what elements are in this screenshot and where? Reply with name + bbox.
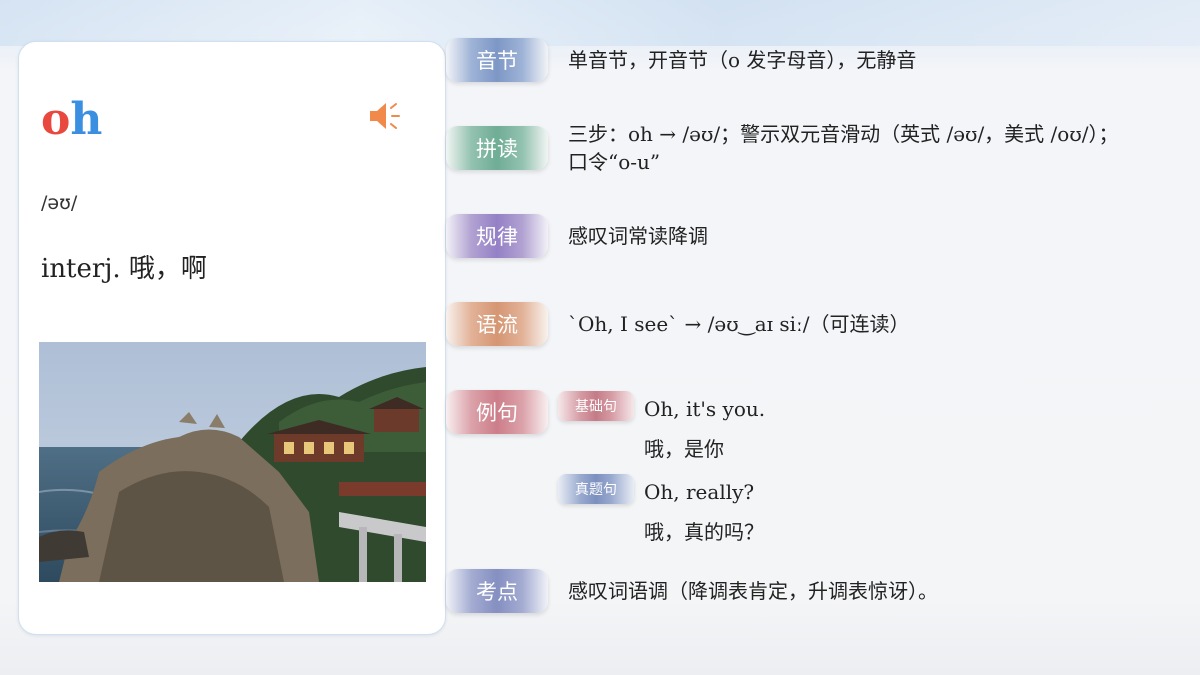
headword-part1: o (41, 94, 71, 145)
meaning: interj. 哦，啊 (41, 254, 207, 284)
syllable-text: 单音节，开音节（o 发字母音），无静音 (568, 48, 917, 72)
word-card: oh /əʊ/ interj. 哦，啊 (18, 41, 446, 635)
tag-spelling: 拼读 (446, 126, 548, 170)
tag-examples: 例句 (446, 390, 548, 434)
spelling-line2: 口令“o-u” (568, 150, 661, 174)
rule-text: 感叹词常读降调 (568, 224, 708, 248)
tag-rule: 规律 (446, 214, 548, 258)
basic-sentence-en: Oh, it's you. (644, 397, 766, 421)
exam-point-text: 感叹词语调（降调表肯定，升调表惊讶）。 (568, 579, 938, 603)
exam-sentence-en: Oh, really? (644, 480, 755, 504)
spelling-text: 三步：oh → /əʊ/；警示双元音滑动（英式 /əʊ/，美式 /oʊ/）； 口… (568, 120, 1118, 176)
basic-sentence-badge: 基础句 (558, 391, 634, 421)
spelling-line1: 三步：oh → /əʊ/；警示双元音滑动（英式 /əʊ/，美式 /oʊ/）； (568, 122, 1119, 146)
tag-syllable: 音节 (446, 38, 548, 82)
tag-flow: 语流 (446, 302, 548, 346)
basic-sentence-zh: 哦，是你 (644, 437, 724, 461)
flow-text: `Oh, I see` → /əʊ‿aɪ siː/（可连读） (568, 312, 910, 336)
exam-sentence-badge: 真题句 (558, 474, 634, 504)
tag-exam-point: 考点 (446, 569, 548, 613)
speaker-icon[interactable] (367, 98, 403, 134)
sky-banner (0, 0, 1200, 46)
coastal-temple-photo (39, 342, 426, 582)
headword: oh (41, 94, 102, 146)
exam-sentence-zh: 哦，真的吗？ (644, 520, 764, 544)
headword-part2: h (70, 94, 103, 145)
phonetic: /əʊ/ (41, 192, 78, 214)
